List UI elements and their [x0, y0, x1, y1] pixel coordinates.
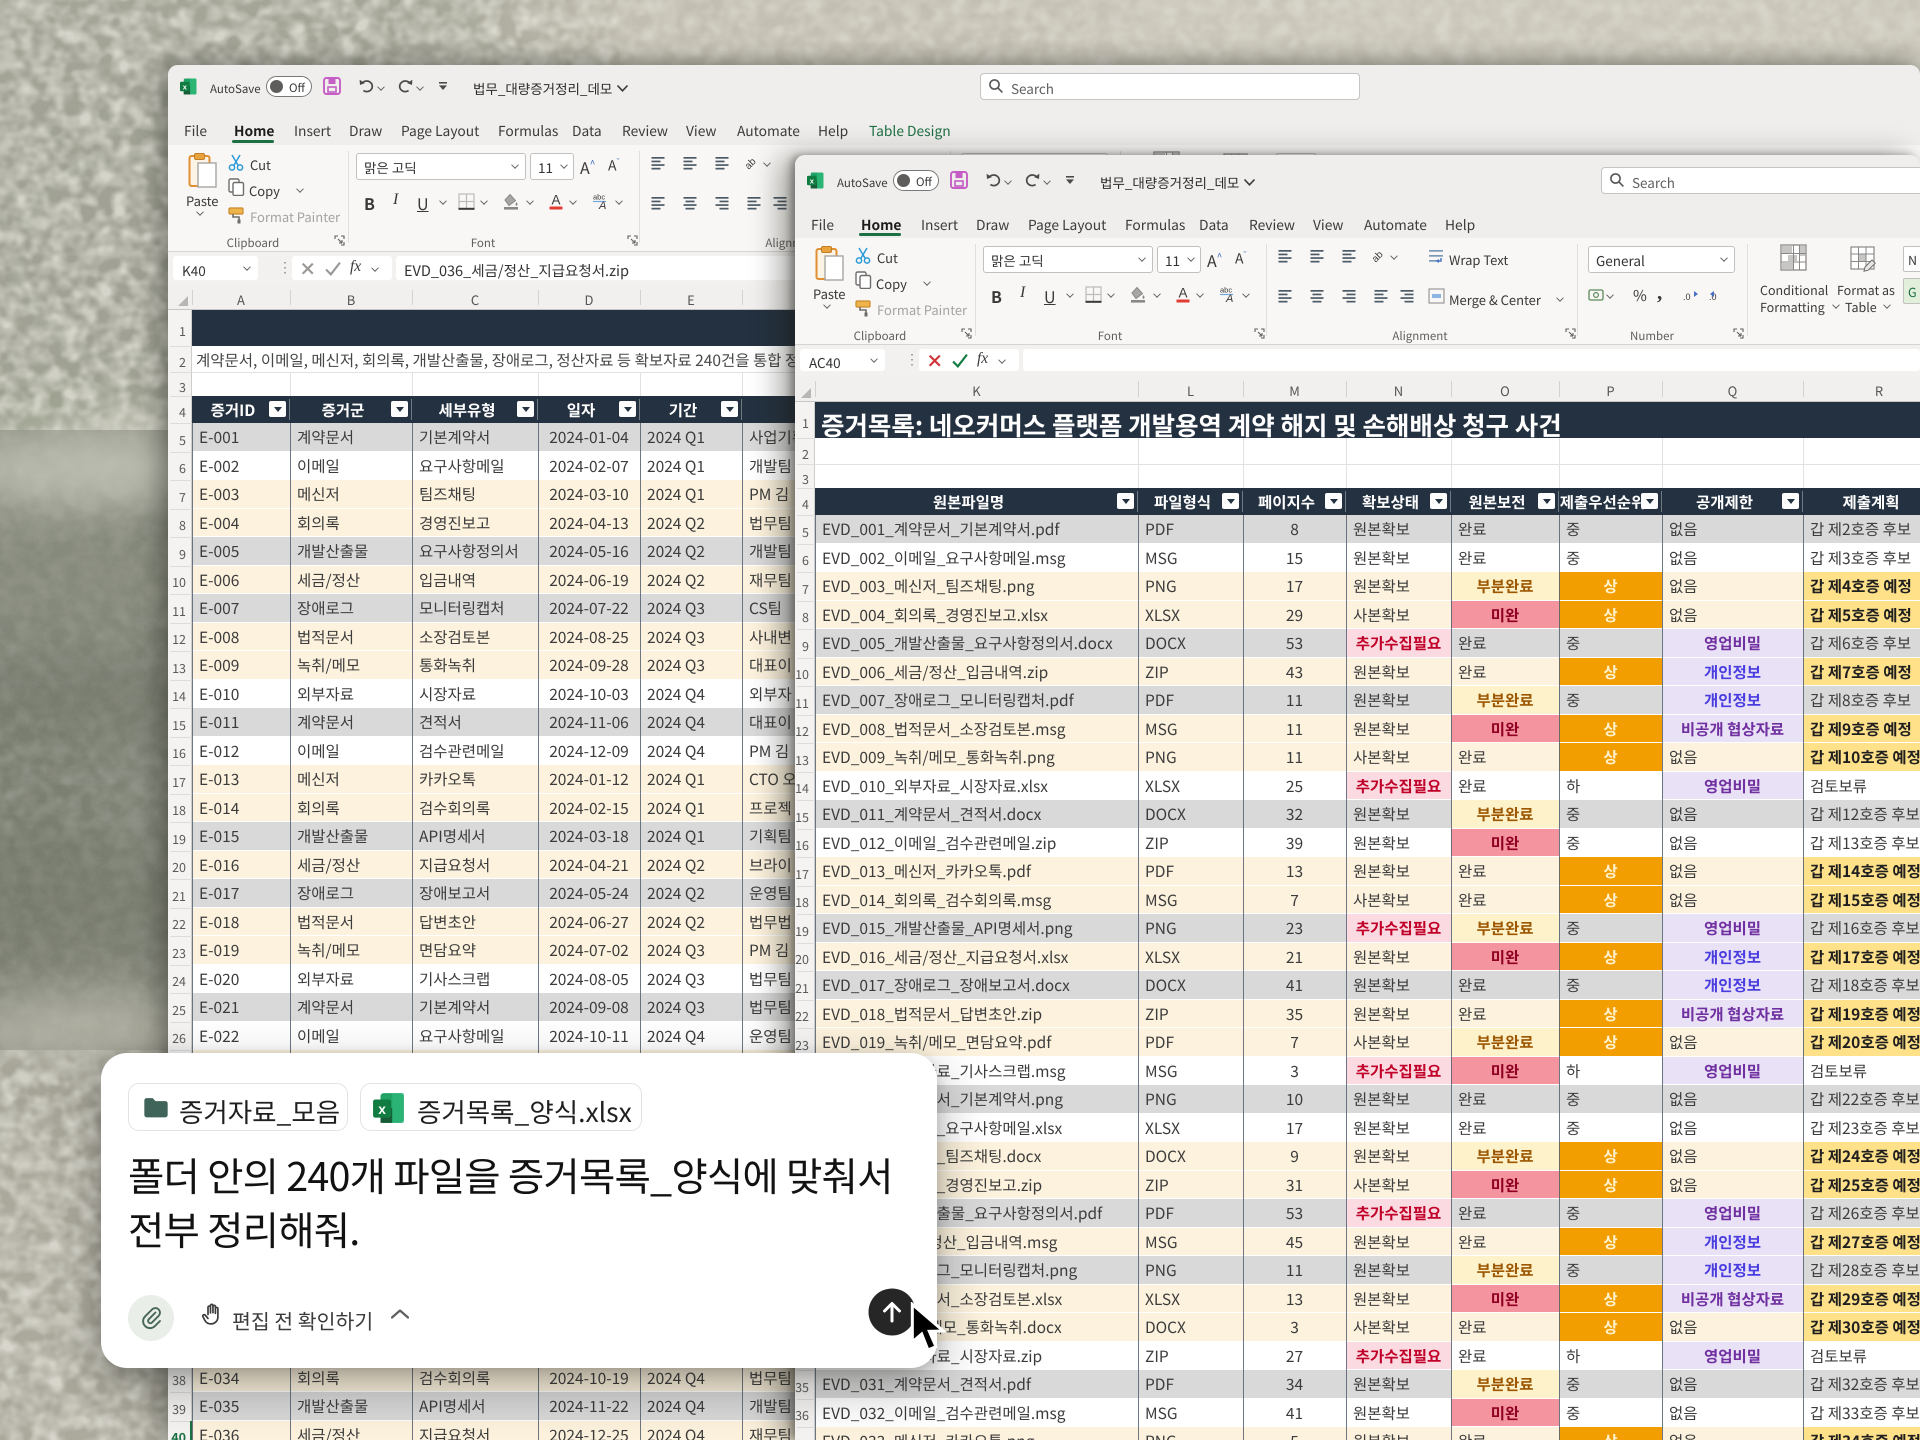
- svg-text:A: A: [1178, 286, 1187, 301]
- svg-text:x: x: [378, 1101, 386, 1117]
- svg-text:A: A: [551, 193, 560, 208]
- svg-text:ab: ab: [1373, 249, 1386, 264]
- svg-text:A: A: [598, 200, 606, 210]
- svg-text:A: A: [1225, 293, 1233, 303]
- svg-text:ab: ab: [746, 156, 759, 171]
- svg-text:.0: .0: [1683, 292, 1691, 302]
